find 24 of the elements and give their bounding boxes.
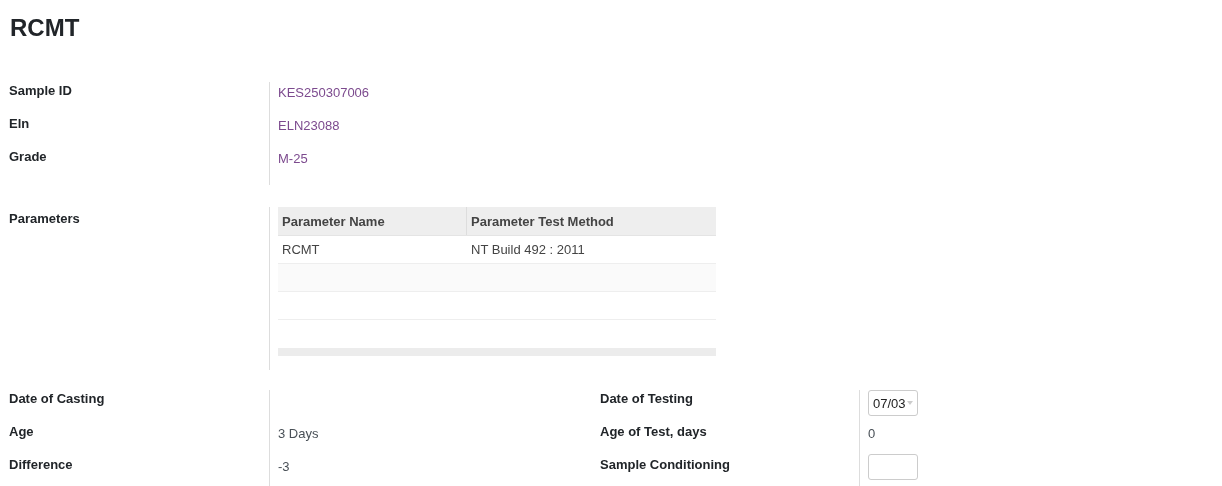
field-label: Eln xyxy=(9,116,30,131)
field-label: Difference xyxy=(9,457,73,472)
value-link[interactable]: KES250307006 xyxy=(278,85,370,100)
input-field[interactable] xyxy=(868,454,918,480)
field-label: Date of Testing xyxy=(600,391,693,406)
table-cell-text: RCMT xyxy=(281,242,321,257)
column-header: Parameter Name xyxy=(278,207,467,235)
value-link[interactable]: ELN23088 xyxy=(278,118,340,133)
field-value: 0 xyxy=(868,426,876,441)
field-label: Sample ID xyxy=(9,83,72,98)
column-header: Parameter Test Method xyxy=(470,212,615,231)
field-label: Parameters xyxy=(9,211,80,226)
field-label: Age of Test, days xyxy=(600,424,707,439)
value-link[interactable]: M-25 xyxy=(278,151,308,166)
field-label: Age xyxy=(9,424,34,439)
page-title: RCMT xyxy=(10,14,81,42)
field-label: Grade xyxy=(9,149,47,164)
date-field[interactable]: 07/03 xyxy=(868,390,918,416)
table-cell-text: NT Build 492 : 2011 xyxy=(470,242,586,257)
field-label: Sample Conditioning xyxy=(600,457,730,472)
field-value: 3 Days xyxy=(278,426,319,441)
field-label: Date of Casting xyxy=(9,391,105,406)
field-value: -3 xyxy=(278,459,290,474)
caret-icon xyxy=(906,400,914,406)
